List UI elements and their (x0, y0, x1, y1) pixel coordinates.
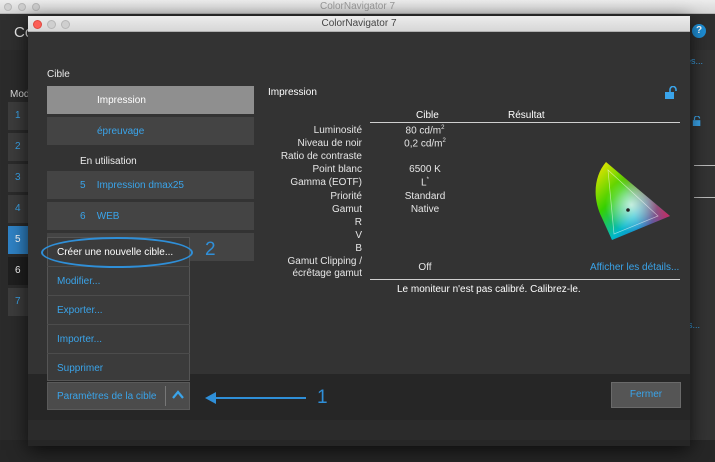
unlock-icon[interactable] (664, 86, 678, 100)
row-label-clipping-2: écrêtage gamut (292, 268, 363, 279)
col-header-target: Cible (416, 110, 439, 121)
bg-right-divider-1 (694, 165, 715, 166)
menu-item-modify[interactable]: Modifier... (57, 276, 100, 287)
row-label-b: B (355, 243, 362, 254)
target-params-label: Paramètres de la cible (57, 391, 157, 402)
bg-mode-label: Mod (10, 89, 30, 100)
row-value-white: 6500 K (409, 164, 441, 175)
row-label-white: Point blanc (312, 164, 362, 175)
row-label-gamma: Gamma (EOTF) (290, 177, 362, 188)
row-value-clipping: Off (418, 262, 432, 273)
target-item-in-use[interactable]: 6 WEB (47, 202, 254, 230)
bg-right-panel (690, 50, 715, 462)
menu-separator (47, 353, 190, 354)
arrow-shaft (214, 397, 306, 399)
row-label-priority: Priorité (330, 191, 362, 202)
bg-mode-item-selected[interactable]: 5 (8, 226, 28, 254)
menu-separator (47, 324, 190, 325)
menu-item-import[interactable]: Importer... (57, 334, 102, 345)
row-label-contrast: Ratio de contraste (280, 151, 362, 162)
params-divider (165, 386, 166, 406)
target-name: Impression dmax25 (96, 180, 184, 191)
bg-mode-item[interactable]: 6 (8, 257, 28, 285)
bg-mode-item[interactable]: 3 (8, 164, 28, 192)
row-label-clipping: Gamut Clipping / (287, 256, 362, 267)
header-divider (370, 122, 680, 123)
row-label-gamut: Gamut (331, 204, 362, 215)
dialog-title: ColorNavigator 7 (321, 18, 397, 29)
target-item-in-use[interactable]: 5 Impression dmax25 (47, 171, 254, 199)
row-value-priority: Standard (404, 191, 446, 202)
callout-2: 2 (205, 239, 216, 260)
show-details-link[interactable]: Afficher les détails... (590, 262, 679, 273)
row-label-luminance: Luminosité (313, 125, 362, 136)
detail-title: Impression (268, 87, 317, 98)
chevron-up-icon[interactable] (171, 389, 185, 401)
results-divider (370, 279, 680, 280)
target-name: WEB (96, 211, 120, 222)
row-label-black: Niveau de noir (297, 138, 362, 149)
bg-window-title: ColorNavigator 7 (319, 1, 396, 12)
in-use-label: En utilisation (80, 156, 137, 167)
menu-separator (47, 295, 190, 296)
menu-item-export[interactable]: Exporter... (57, 305, 103, 316)
bg-titlebar: ColorNavigator 7 (0, 0, 715, 14)
target-number: 6 (80, 211, 86, 222)
bg-right-divider-2 (694, 197, 715, 198)
row-value-black: 0,2 cd/m2 (404, 138, 446, 150)
close-button[interactable]: Fermer (611, 382, 681, 408)
bg-mode-item[interactable]: 7 (8, 288, 28, 316)
dialog-titlebar: ColorNavigator 7 (28, 16, 690, 32)
col-header-result: Résultat (508, 110, 545, 121)
row-value-gamma: L* (421, 177, 429, 189)
calibration-status: Le moniteur n'est pas calibré. Calibrez-… (397, 284, 581, 295)
bg-mode-item[interactable]: 4 (8, 195, 28, 223)
target-item-proof[interactable]: épreuvage (47, 117, 254, 145)
row-label-r: R (354, 217, 362, 228)
highlight-ellipse (41, 237, 193, 268)
gamut-diagram (595, 162, 670, 240)
section-title: Cible (47, 69, 70, 80)
row-value-luminance: 80 cd/m2 (405, 125, 445, 137)
menu-item-delete[interactable]: Supprimer (57, 363, 103, 374)
target-number: 5 (80, 180, 86, 191)
row-label-g: V (355, 230, 362, 241)
row-value-gamut: Native (410, 204, 440, 215)
help-icon[interactable]: ? (692, 24, 706, 38)
bg-mode-item[interactable]: 1 (8, 102, 28, 130)
bg-mode-item[interactable]: 2 (8, 133, 28, 161)
callout-1: 1 (317, 387, 328, 408)
bg-lock-icon[interactable] (692, 116, 702, 126)
target-item-impression[interactable]: Impression (47, 86, 254, 114)
